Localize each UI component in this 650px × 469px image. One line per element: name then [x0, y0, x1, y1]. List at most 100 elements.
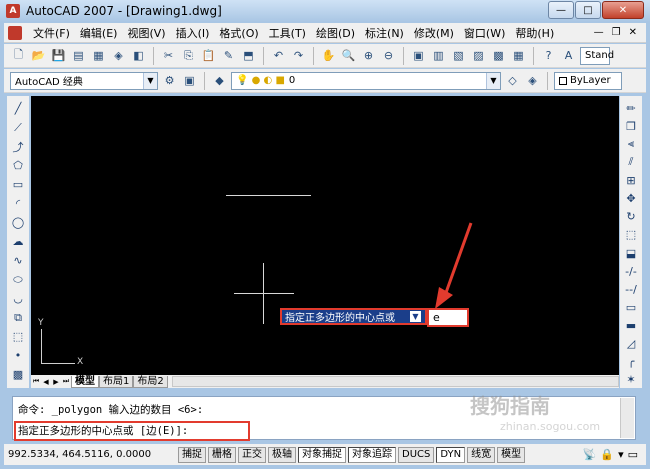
coordinate-readout[interactable]: 992.5334, 464.5116, 0.0000 [8, 449, 176, 460]
next-tab-icon[interactable]: ▶ [51, 376, 61, 387]
plot-preview-icon[interactable]: ▦ [90, 47, 107, 64]
properties-icon[interactable]: ▣ [410, 47, 427, 64]
menu-help[interactable]: 帮助(H) [510, 25, 559, 41]
make-block-icon[interactable]: ⬚ [10, 328, 27, 345]
first-tab-icon[interactable]: ⏮ [31, 376, 41, 387]
menu-draw[interactable]: 绘图(D) [311, 25, 360, 41]
copy-object-icon[interactable]: ❐ [623, 118, 640, 134]
dyn-toggle[interactable]: DYN [436, 446, 466, 463]
workspace-combo[interactable]: AutoCAD 经典 ▼ [10, 71, 158, 90]
menu-dimension[interactable]: 标注(N) [360, 25, 409, 41]
rotate-icon[interactable]: ↻ [623, 209, 640, 225]
doc-minimize-button[interactable]: — [591, 27, 607, 38]
tab-layout1[interactable]: 布局1 [99, 375, 134, 388]
rectangle-icon[interactable]: ▭ [10, 176, 27, 193]
3d-dwf-icon[interactable]: ◧ [130, 47, 147, 64]
zoom-realtime-icon[interactable]: 🔍 [340, 47, 357, 64]
move-icon[interactable]: ✥ [623, 191, 640, 207]
paste-icon[interactable]: 📋 [200, 47, 217, 64]
last-tab-icon[interactable]: ⏭ [61, 376, 71, 387]
plot-icon[interactable]: ▤ [70, 47, 87, 64]
scale-icon[interactable]: ⬚ [623, 227, 640, 243]
layer-manager-icon[interactable]: ◆ [211, 72, 228, 89]
pan-icon[interactable]: ✋ [320, 47, 337, 64]
chamfer-icon[interactable]: ◿ [623, 336, 640, 352]
menu-modify[interactable]: 修改(M) [409, 25, 459, 41]
line-icon[interactable]: ╱ [10, 100, 27, 117]
menu-edit[interactable]: 编辑(E) [75, 25, 123, 41]
stretch-icon[interactable]: ⬓ [623, 245, 640, 261]
ortho-toggle[interactable]: 正交 [238, 446, 266, 463]
polar-toggle[interactable]: 极轴 [268, 446, 296, 463]
command-scrollbar[interactable] [620, 398, 634, 438]
save-icon[interactable]: 💾 [50, 47, 67, 64]
ducs-toggle[interactable]: DUCS [398, 446, 435, 463]
undo-icon[interactable]: ↶ [270, 47, 287, 64]
markup-icon[interactable]: ▩ [490, 47, 507, 64]
tool-palettes-icon[interactable]: ▧ [450, 47, 467, 64]
layer-combo[interactable]: 💡 ● ◐ ■ 0 ▼ [231, 71, 501, 90]
construction-line-icon[interactable]: ⟋ [10, 119, 27, 136]
maximize-button[interactable]: □ [575, 1, 601, 19]
ellipse-icon[interactable]: ⬭ [10, 271, 27, 288]
menu-tools[interactable]: 工具(T) [264, 25, 311, 41]
menu-view[interactable]: 视图(V) [122, 25, 170, 41]
lineweight-toggle[interactable]: 线宽 [467, 446, 496, 463]
doc-close-button[interactable]: ✕ [626, 27, 640, 38]
color-combo[interactable]: ByLayer [554, 71, 622, 90]
offset-icon[interactable]: ⫽ [623, 154, 640, 170]
point-icon[interactable]: • [10, 347, 27, 364]
spline-icon[interactable]: ∿ [10, 252, 27, 269]
menu-insert[interactable]: 插入(I) [171, 25, 215, 41]
trim-icon[interactable]: -/- [623, 263, 640, 279]
chevron-down-icon[interactable]: ▼ [486, 72, 500, 89]
drawing-canvas[interactable]: Y X 指定正多边形的中心点或 ▼ e [31, 96, 619, 375]
status-menu-icon[interactable]: ▾ [618, 448, 624, 461]
workspace-settings-icon[interactable]: ⚙ [161, 72, 178, 89]
horizontal-scrollbar[interactable] [171, 376, 619, 387]
mirror-icon[interactable]: ⫷ [623, 136, 640, 152]
explode-icon[interactable]: ✶ [623, 372, 640, 388]
arc-icon[interactable]: ◜ [10, 195, 27, 212]
array-icon[interactable]: ⊞ [623, 173, 640, 189]
erase-icon[interactable]: ✏ [623, 100, 640, 116]
osnap-toggle[interactable]: 对象捕捉 [298, 446, 346, 463]
document-icon[interactable] [8, 25, 22, 40]
copy-icon[interactable]: ⎘ [180, 47, 197, 64]
fillet-icon[interactable]: ╭ [623, 354, 640, 370]
options-down-icon[interactable]: ▼ [410, 311, 421, 322]
drawn-line[interactable] [226, 195, 311, 196]
grid-toggle[interactable]: 栅格 [208, 446, 236, 463]
new-icon[interactable]: 🗋 [10, 47, 27, 64]
communication-center-icon[interactable]: 📡 [583, 448, 597, 461]
help-icon[interactable]: ? [540, 47, 557, 64]
extend-icon[interactable]: --/ [623, 281, 640, 297]
block-editor-icon[interactable]: ⬒ [240, 47, 257, 64]
prev-tab-icon[interactable]: ◀ [41, 376, 51, 387]
doc-restore-button[interactable]: ❐ [609, 27, 624, 38]
lock-icon[interactable]: 🔒 [600, 448, 614, 461]
open-icon[interactable]: 📂 [30, 47, 47, 64]
minimize-button[interactable]: — [548, 1, 574, 19]
layer-previous-icon[interactable]: ◈ [524, 72, 541, 89]
tab-layout2[interactable]: 布局2 [133, 375, 168, 388]
make-object-layer-current-icon[interactable]: ◇ [504, 72, 521, 89]
insert-block-icon[interactable]: ⧉ [10, 309, 27, 326]
close-button[interactable]: ✕ [602, 1, 644, 19]
model-toggle[interactable]: 模型 [497, 446, 526, 463]
hatch-icon[interactable]: ▩ [10, 366, 27, 383]
match-properties-icon[interactable]: ✎ [220, 47, 237, 64]
join-icon[interactable]: ▬ [623, 318, 640, 334]
calculator-icon[interactable]: ▦ [510, 47, 527, 64]
autocad-app-icon[interactable]: A [6, 4, 20, 18]
menu-format[interactable]: 格式(O) [214, 25, 263, 41]
clean-screen-icon[interactable]: ▭ [628, 448, 638, 461]
design-center-icon[interactable]: ▥ [430, 47, 447, 64]
chevron-down-icon[interactable]: ▼ [143, 72, 157, 89]
text-style-combo[interactable]: Stand [580, 46, 614, 65]
menu-window[interactable]: 窗口(W) [459, 25, 510, 41]
otrack-toggle[interactable]: 对象追踪 [348, 446, 396, 463]
circle-icon[interactable]: ◯ [10, 214, 27, 231]
sheet-set-icon[interactable]: ▨ [470, 47, 487, 64]
revision-cloud-icon[interactable]: ☁ [10, 233, 27, 250]
